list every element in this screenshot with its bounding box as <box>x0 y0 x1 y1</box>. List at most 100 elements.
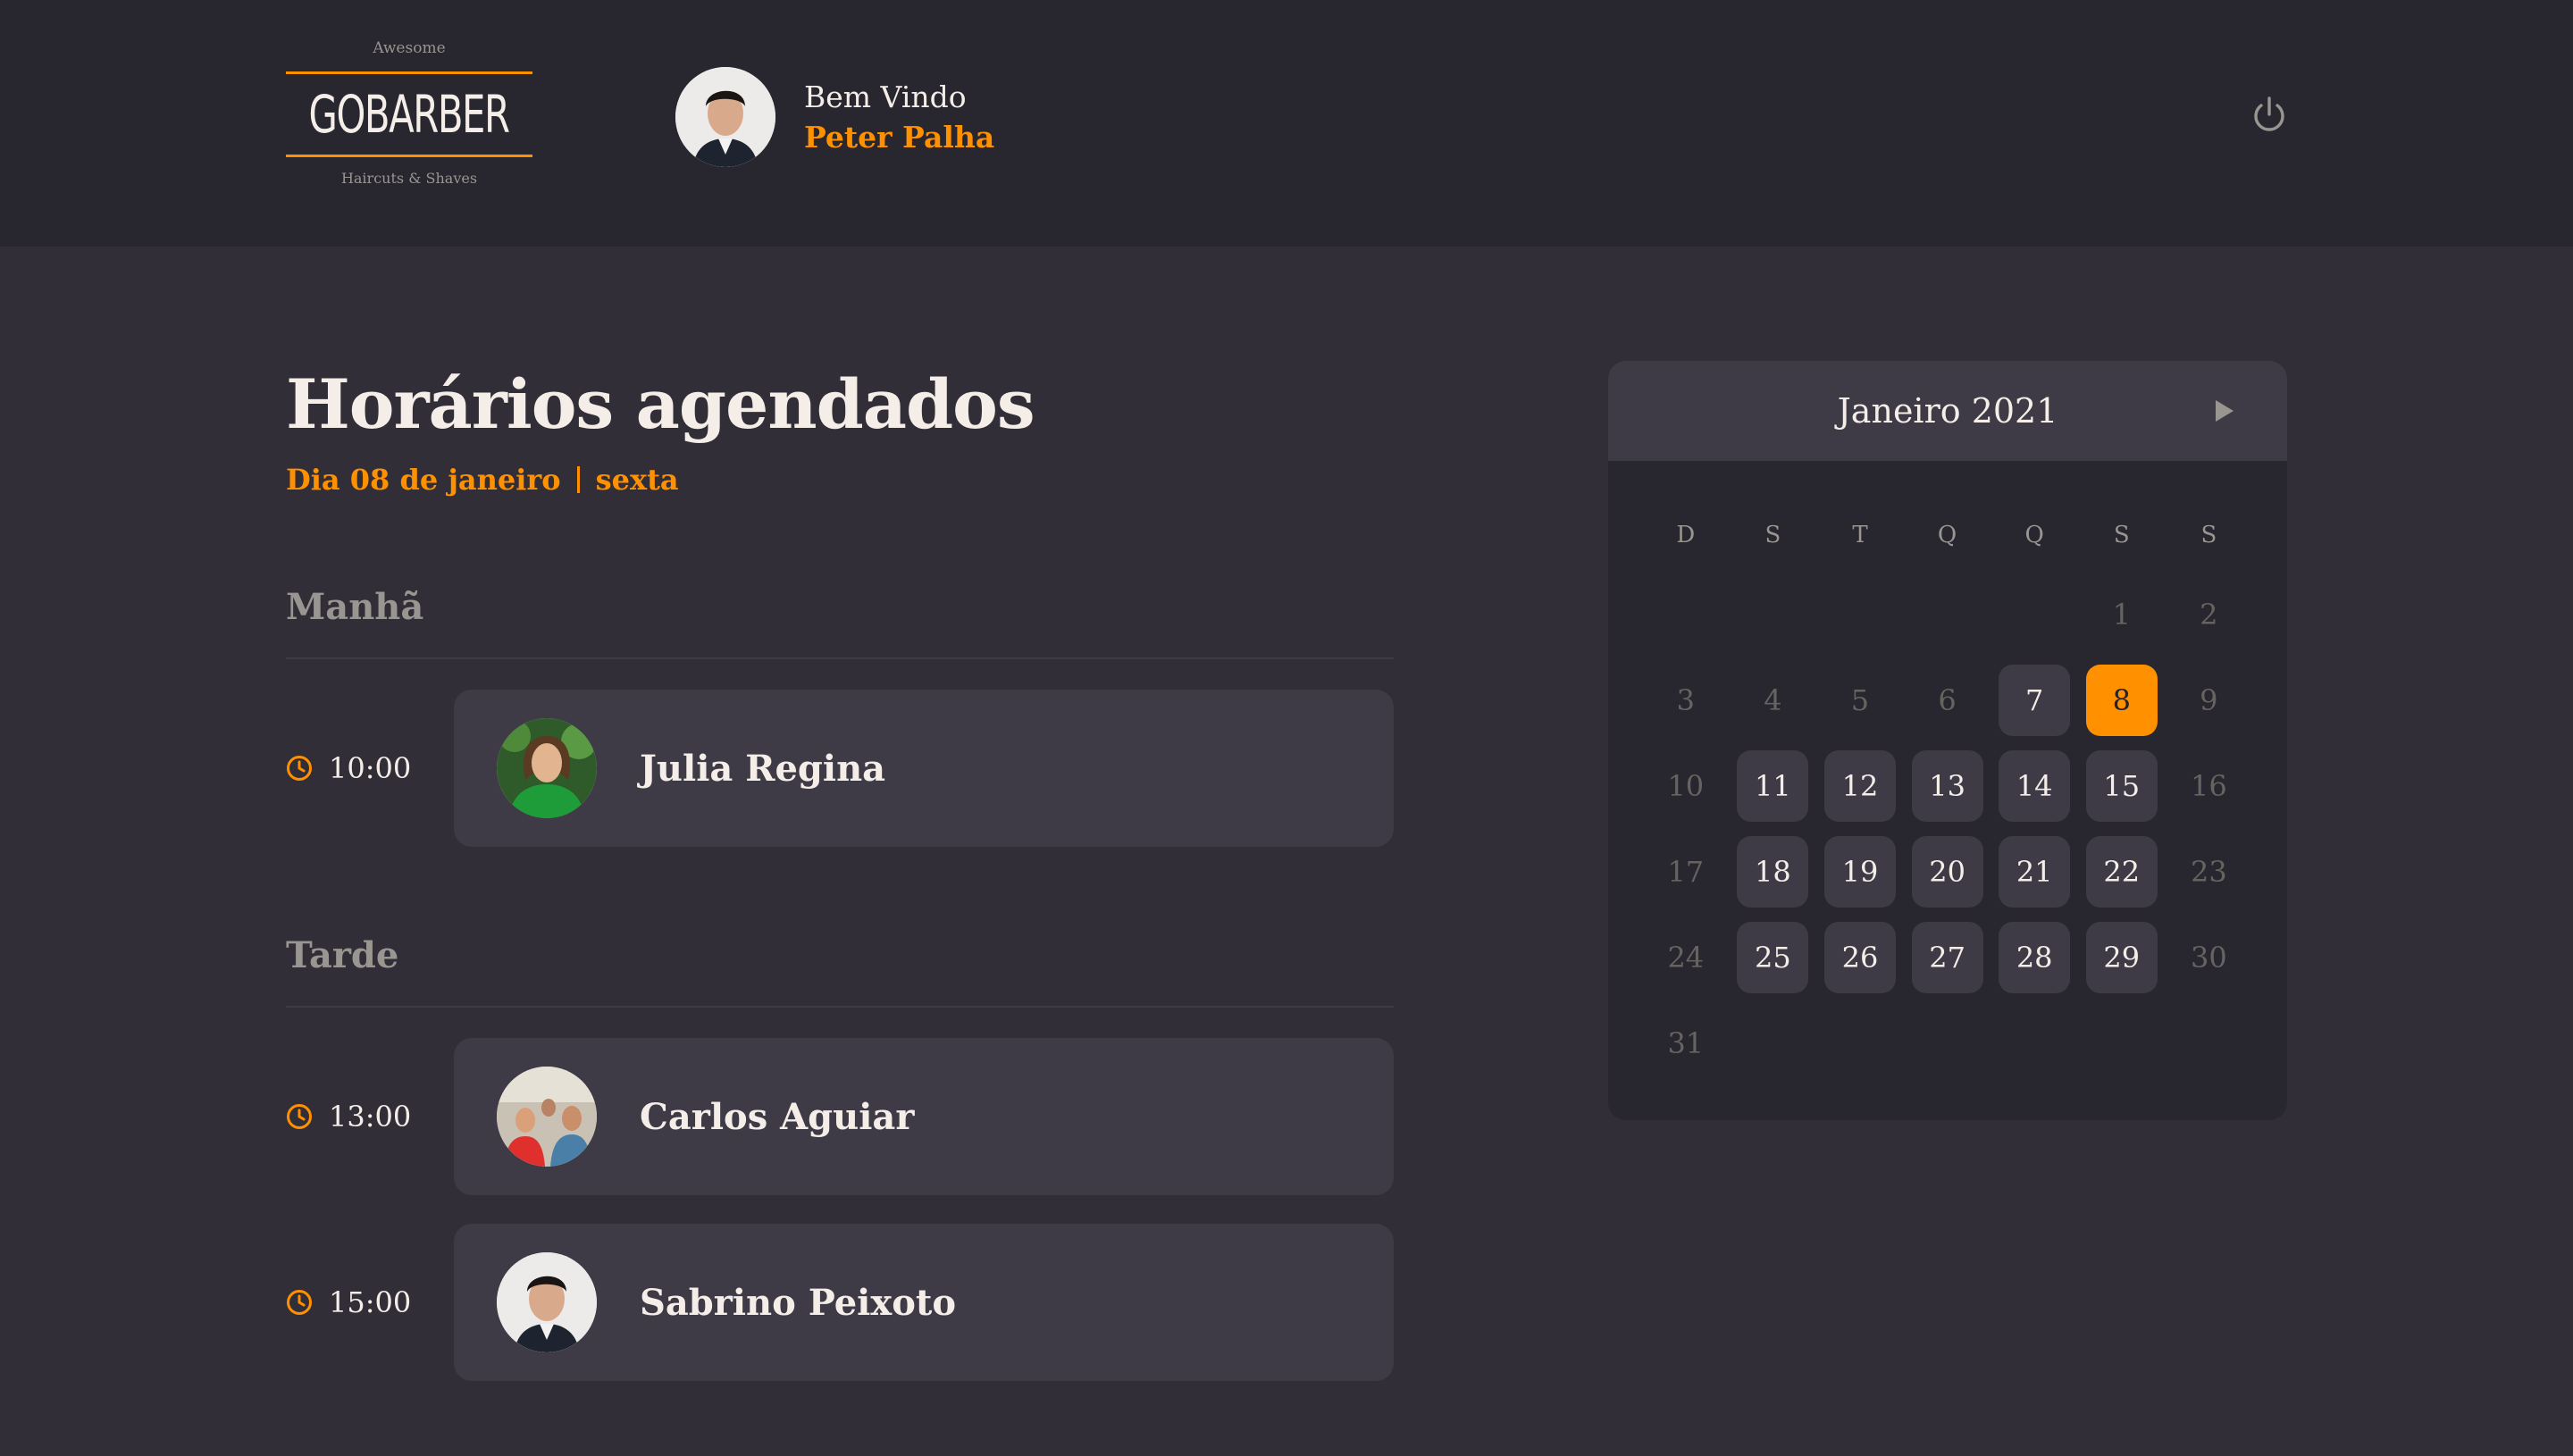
calendar-day-selected[interactable]: 8 <box>2085 665 2158 736</box>
calendar-day[interactable]: 29 <box>2078 915 2166 1000</box>
calendar-day-number: 10 <box>1667 769 1705 803</box>
calendar-days: 1 2 3 4 5 6 7 8 9 10 11 12 13 14 15 16 17 18 19 20 21 22 23 24 2… <box>1642 572 2253 1086</box>
calendar-day-number[interactable]: 12 <box>1823 750 1896 822</box>
calendar-day[interactable]: 7 <box>1991 657 2078 743</box>
calendar-day[interactable]: 25 <box>1730 915 1817 1000</box>
appointment-item[interactable]: 13:00 Carlos Aguiar <box>286 1038 1394 1195</box>
calendar-day: 4 <box>1730 657 1817 743</box>
calendar-day-number: 24 <box>1667 941 1705 975</box>
calendar-day[interactable]: 19 <box>1816 829 1904 915</box>
header: Awesome GOBARBER Haircuts & Shaves Bem V… <box>0 0 2573 247</box>
power-icon[interactable] <box>2251 95 2287 134</box>
calendar-week: 17 18 19 20 21 22 23 <box>1642 829 2253 915</box>
calendar-day[interactable]: 21 <box>1991 829 2078 915</box>
calendar-day-number: 1 <box>2112 598 2131 632</box>
calendar-day[interactable]: 15 <box>2078 743 2166 829</box>
welcome-label: Bem Vindo <box>804 79 967 114</box>
calendar-day-number[interactable]: 18 <box>1737 836 1809 908</box>
appointment-item[interactable]: 10:00 Julia Regina <box>286 690 1394 847</box>
client-name: Julia Regina <box>640 747 886 790</box>
calendar-weekdays: D S T Q Q S S <box>1642 522 2252 548</box>
calendar-day <box>1730 1000 1817 1086</box>
avatar-photo <box>497 1252 597 1352</box>
weekday-label: S <box>2113 522 2130 548</box>
page-title: Horários agendados <box>286 364 1035 444</box>
calendar-day-number[interactable]: 26 <box>1823 922 1896 993</box>
calendar-day-number[interactable]: 28 <box>1999 922 2071 993</box>
calendar-day-number[interactable]: 22 <box>2085 836 2158 908</box>
calendar-day <box>1816 1000 1904 1086</box>
avatar <box>497 1252 597 1352</box>
calendar-day <box>1991 1000 2078 1086</box>
calendar-day[interactable]: 11 <box>1730 743 1817 829</box>
calendar-day <box>2078 1000 2166 1086</box>
calendar-day[interactable]: 13 <box>1904 743 1991 829</box>
calendar-day-number[interactable]: 27 <box>1911 922 1983 993</box>
calendar: Janeiro 2021 D S T Q Q S S 1 2 3 4 5 6 7 8 9 10 11… <box>1608 361 2287 1120</box>
calendar-day-number: 16 <box>2191 769 2227 803</box>
calendar-day <box>1642 572 1730 657</box>
date-subtitle: Dia 08 de janeiro sexta <box>286 463 679 497</box>
calendar-day[interactable]: 26 <box>1816 915 1904 1000</box>
calendar-day-number[interactable]: 13 <box>1911 750 1983 822</box>
calendar-day-number: 23 <box>2191 855 2227 889</box>
logo-divider <box>286 155 532 157</box>
section-divider <box>286 657 1394 659</box>
next-month-icon[interactable] <box>2214 398 2235 423</box>
appointment-item[interactable]: 15:00 Sabrino Peixoto <box>286 1224 1394 1381</box>
calendar-day-number[interactable]: 14 <box>1999 750 2071 822</box>
weekday-label: Q <box>1937 522 1957 548</box>
appointment-time-text: 15:00 <box>329 1285 412 1319</box>
calendar-day-number: 17 <box>1667 855 1705 889</box>
calendar-day[interactable]: 27 <box>1904 915 1991 1000</box>
appointment-time: 13:00 <box>286 1100 454 1134</box>
calendar-day-number: 4 <box>1764 683 1782 717</box>
calendar-day: 16 <box>2166 743 2253 829</box>
avatar-photo <box>497 1067 597 1167</box>
calendar-day-number[interactable]: 7 <box>1999 665 2071 736</box>
calendar-day <box>1904 572 1991 657</box>
avatar <box>497 718 597 818</box>
calendar-day[interactable]: 20 <box>1904 829 1991 915</box>
client-name: Carlos Aguiar <box>640 1095 915 1138</box>
calendar-header: Janeiro 2021 <box>1608 361 2287 461</box>
calendar-day <box>1816 572 1904 657</box>
calendar-day-number[interactable]: 29 <box>2085 922 2158 993</box>
calendar-month-label: Janeiro 2021 <box>1837 391 2058 431</box>
calendar-day: 6 <box>1904 657 1991 743</box>
appointment-card[interactable]: Carlos Aguiar <box>454 1038 1394 1195</box>
calendar-day[interactable]: 14 <box>1991 743 2078 829</box>
calendar-day-number: 3 <box>1676 683 1695 717</box>
calendar-day-number[interactable]: 11 <box>1737 750 1809 822</box>
calendar-day[interactable]: 8 <box>2078 657 2166 743</box>
calendar-day-number[interactable]: 20 <box>1911 836 1983 908</box>
calendar-day-number[interactable]: 19 <box>1823 836 1896 908</box>
subtitle-separator <box>576 466 580 493</box>
calendar-day: 24 <box>1642 915 1730 1000</box>
calendar-day-number[interactable]: 25 <box>1737 922 1809 993</box>
calendar-week: 24 25 26 27 28 29 30 <box>1642 915 2253 1000</box>
calendar-day[interactable]: 28 <box>1991 915 2078 1000</box>
clock-icon <box>287 756 312 781</box>
logo-top-text: Awesome <box>373 39 446 57</box>
user-name[interactable]: Peter Palha <box>804 120 994 155</box>
calendar-day-number[interactable]: 15 <box>2085 750 2158 822</box>
calendar-day[interactable]: 22 <box>2078 829 2166 915</box>
avatar[interactable] <box>675 67 775 167</box>
calendar-day <box>1991 572 2078 657</box>
calendar-day[interactable]: 12 <box>1816 743 1904 829</box>
calendar-day-number: 30 <box>2191 941 2227 975</box>
client-name: Sabrino Peixoto <box>640 1281 957 1324</box>
calendar-day-number: 9 <box>2200 683 2218 717</box>
appointment-card[interactable]: Julia Regina <box>454 690 1394 847</box>
avatar-photo <box>675 67 775 167</box>
calendar-day-number[interactable]: 21 <box>1999 836 2071 908</box>
appointment-time-text: 10:00 <box>329 751 412 785</box>
appointment-time: 10:00 <box>286 751 454 785</box>
calendar-day: 17 <box>1642 829 1730 915</box>
user-profile[interactable]: Bem Vindo Peter Palha <box>675 67 994 167</box>
calendar-day[interactable]: 18 <box>1730 829 1817 915</box>
clock-icon <box>287 1104 312 1129</box>
appointment-card[interactable]: Sabrino Peixoto <box>454 1224 1394 1381</box>
section-title-afternoon: Tarde <box>286 934 399 976</box>
